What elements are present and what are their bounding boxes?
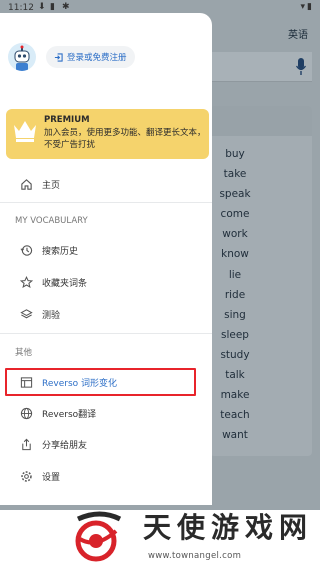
verb-item[interactable]: work xyxy=(212,224,258,244)
verb-list: buy take speak come work know lie ride s… xyxy=(212,144,258,445)
globe-icon xyxy=(18,405,34,421)
gear-icon xyxy=(18,468,34,484)
menu-item-label: 搜索历史 xyxy=(42,247,79,257)
share-icon xyxy=(18,436,34,452)
verb-item[interactable]: sing xyxy=(212,305,258,325)
menu-item-settings[interactable]: 设置 xyxy=(0,465,212,487)
menu-item-home[interactable]: 主页 xyxy=(0,173,212,195)
menu-item-share[interactable]: 分享给朋友 xyxy=(0,433,212,455)
watermark-name: 天 使 游 戏 网 xyxy=(140,511,310,545)
login-icon xyxy=(54,52,63,62)
watermark-char: 网 xyxy=(278,511,307,544)
star-icon xyxy=(18,274,34,290)
watermark-char: 游 xyxy=(210,511,239,544)
watermark: 天 使 游 戏 网 www.townangel.com xyxy=(0,505,320,569)
menu-item-reverso-translate[interactable]: Reverso翻译 xyxy=(0,402,212,424)
section-header-my-vocabulary: MY VOCABULARY xyxy=(15,216,88,226)
language-label[interactable]: 英语 xyxy=(288,26,308,41)
status-time: 11:12 xyxy=(8,3,34,13)
verb-item[interactable]: talk xyxy=(212,365,258,385)
watermark-char: 使 xyxy=(176,511,205,544)
verb-item[interactable]: study xyxy=(212,345,258,365)
menu-item-label: 收藏夹词条 xyxy=(42,279,88,289)
premium-text: 加入会员，使用更多功能、翻译更长文本，不受广告打扰 xyxy=(44,128,206,150)
menu-item-label: 主页 xyxy=(42,181,61,191)
battery-icon: ▮ xyxy=(307,2,314,12)
menu-item-label: 分享给朋友 xyxy=(42,441,88,451)
status-bar: 11:12 ⬇ ▮ ✱ ▾▮ xyxy=(0,0,320,18)
verb-item[interactable]: take xyxy=(212,164,258,184)
verb-item[interactable]: know xyxy=(212,244,258,264)
verb-item[interactable]: come xyxy=(212,204,258,224)
verb-item[interactable]: buy xyxy=(212,144,258,164)
menu-item-search-history[interactable]: 搜索历史 xyxy=(0,239,212,261)
history-icon xyxy=(18,242,34,258)
premium-banner[interactable]: PREMIUM 加入会员，使用更多功能、翻译更长文本，不受广告打扰 xyxy=(6,109,209,159)
verb-item[interactable]: make xyxy=(212,385,258,405)
menu-item-label: 测验 xyxy=(42,311,61,321)
home-icon xyxy=(18,176,34,192)
verb-item[interactable]: lie xyxy=(212,265,258,285)
verb-item[interactable]: ride xyxy=(212,285,258,305)
verb-item[interactable]: speak xyxy=(212,184,258,204)
menu-item-label: Reverso翻译 xyxy=(42,410,97,420)
menu-item-favorites[interactable]: 收藏夹词条 xyxy=(0,271,212,293)
watermark-char: 天 xyxy=(142,511,171,544)
microphone-icon[interactable] xyxy=(296,58,306,76)
menu-item-label: 设置 xyxy=(42,473,61,483)
verb-item[interactable]: want xyxy=(212,425,258,445)
watermark-logo xyxy=(75,511,122,562)
section-header-other: 其他 xyxy=(15,348,33,358)
premium-title: PREMIUM xyxy=(44,115,90,125)
sim-icon: ▮ xyxy=(50,2,55,12)
divider xyxy=(0,202,212,203)
login-button[interactable]: 登录或免费注册 xyxy=(46,46,135,68)
verb-item[interactable]: sleep xyxy=(212,325,258,345)
watermark-char: 戏 xyxy=(244,511,273,544)
watermark-url: www.townangel.com xyxy=(148,551,242,561)
avatar[interactable] xyxy=(8,43,36,71)
quiz-icon xyxy=(18,306,34,322)
menu-item-quiz[interactable]: 测验 xyxy=(0,303,212,325)
download-icon: ⬇ xyxy=(38,2,46,12)
highlight-box xyxy=(5,368,196,396)
divider xyxy=(0,333,212,334)
navigation-drawer: 登录或免费注册 PREMIUM 加入会员，使用更多功能、翻译更长文本，不受广告打… xyxy=(0,13,212,505)
verb-item[interactable]: teach xyxy=(212,405,258,425)
bug-icon: ✱ xyxy=(62,2,70,12)
robot-avatar-icon xyxy=(14,45,30,71)
crown-icon xyxy=(14,121,36,142)
login-label: 登录或免费注册 xyxy=(67,53,127,63)
